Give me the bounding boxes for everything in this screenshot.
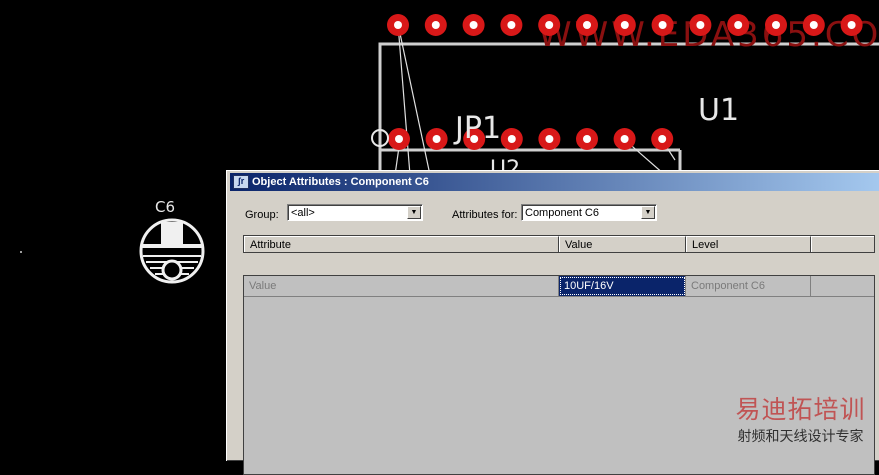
board-outline — [378, 42, 879, 175]
pad-row-middle — [388, 128, 674, 150]
pad-drill-hole — [394, 21, 402, 29]
group-select-value: <all> — [291, 207, 315, 219]
group-select[interactable]: <all> ▼ — [287, 204, 423, 221]
chevron-down-icon[interactable]: ▼ — [641, 206, 655, 219]
app-icon: ʃr — [233, 175, 249, 189]
pad-drill-hole — [734, 21, 743, 29]
attributes-for-select-value: Component C6 — [525, 207, 599, 219]
pad-drill-hole — [432, 135, 441, 143]
group-label: Group: — [245, 209, 279, 221]
pad-drill-hole — [772, 21, 780, 29]
column-header-value[interactable]: Value — [559, 236, 686, 252]
attributes-for-label: Attributes for: — [452, 209, 518, 221]
table-row[interactable]: Value 10UF/16V Component C6 — [244, 276, 874, 297]
pad-drill-hole — [545, 135, 554, 143]
pad-drill-hole — [658, 21, 667, 29]
pad-drill-hole — [620, 135, 629, 143]
pad-drill-hole — [620, 21, 629, 29]
pad-drill-hole — [395, 135, 403, 143]
attributes-for-select[interactable]: Component C6 ▼ — [521, 204, 657, 221]
level-cell[interactable]: Component C6 — [686, 276, 811, 296]
attribute-grid-header: Attribute Value Level — [243, 235, 875, 253]
extra-cell[interactable] — [811, 276, 874, 296]
attribute-cell[interactable]: Value — [244, 276, 559, 296]
pad-drill-hole — [583, 21, 591, 29]
pad-drill-hole — [431, 21, 440, 29]
stray-dot — [20, 251, 22, 253]
pad-drill-hole — [583, 135, 591, 143]
brand-title: 易迪拓培训 — [735, 395, 866, 424]
pad-drill-hole — [809, 21, 818, 29]
pad-drill-hole — [469, 21, 478, 29]
connector-label: JP1 — [453, 111, 501, 146]
dialog-title: Object Attributes : Component C6 — [252, 176, 429, 188]
pad-drill-hole — [847, 21, 856, 29]
pad-drill-hole — [545, 21, 554, 29]
column-header-extra[interactable] — [811, 236, 874, 252]
pad-drill-hole — [696, 21, 705, 29]
brand-subtitle: 射频和天线设计专家 — [737, 429, 864, 445]
pad-drill-hole — [658, 135, 667, 143]
value-cell[interactable]: 10UF/16V — [559, 276, 686, 296]
pad-drill-hole — [507, 135, 516, 143]
dialog-titlebar[interactable]: ʃr Object Attributes : Component C6 — [230, 173, 879, 191]
capacitor-footprint[interactable] — [139, 218, 205, 284]
column-header-attribute[interactable]: Attribute — [244, 236, 559, 252]
brand-watermark: 易迪拓培训 射频和天线设计专家 — [722, 396, 879, 446]
pad-drill-hole — [507, 21, 516, 29]
column-header-level[interactable]: Level — [686, 236, 811, 252]
component-label: C6 — [155, 198, 175, 216]
ic-label: U1 — [698, 93, 739, 128]
chevron-down-icon[interactable]: ▼ — [407, 206, 421, 219]
